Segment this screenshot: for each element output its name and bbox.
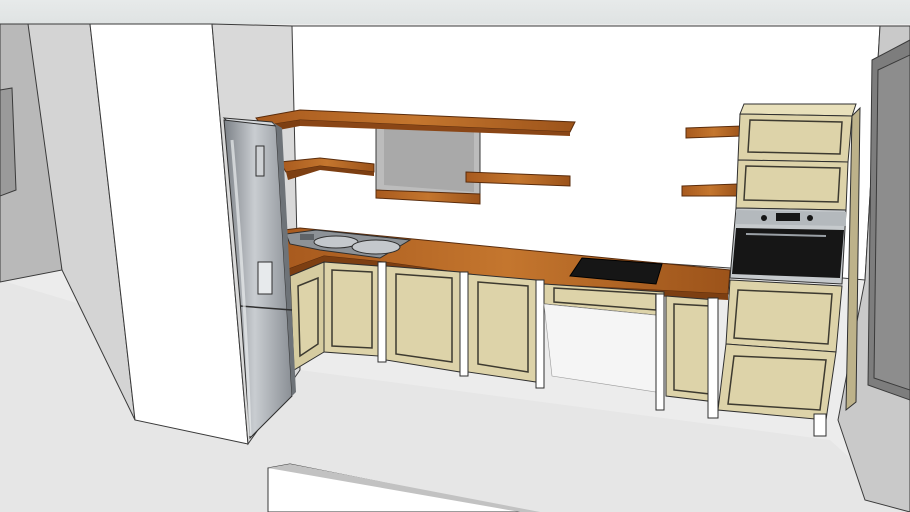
scene-canvas bbox=[0, 0, 910, 512]
right-window-glass bbox=[873, 54, 910, 391]
tall-cabinet bbox=[717, 103, 861, 437]
top-strip bbox=[0, 0, 910, 24]
kitchen-3d-scene bbox=[0, 0, 910, 512]
wall-niche-inner bbox=[384, 128, 474, 192]
